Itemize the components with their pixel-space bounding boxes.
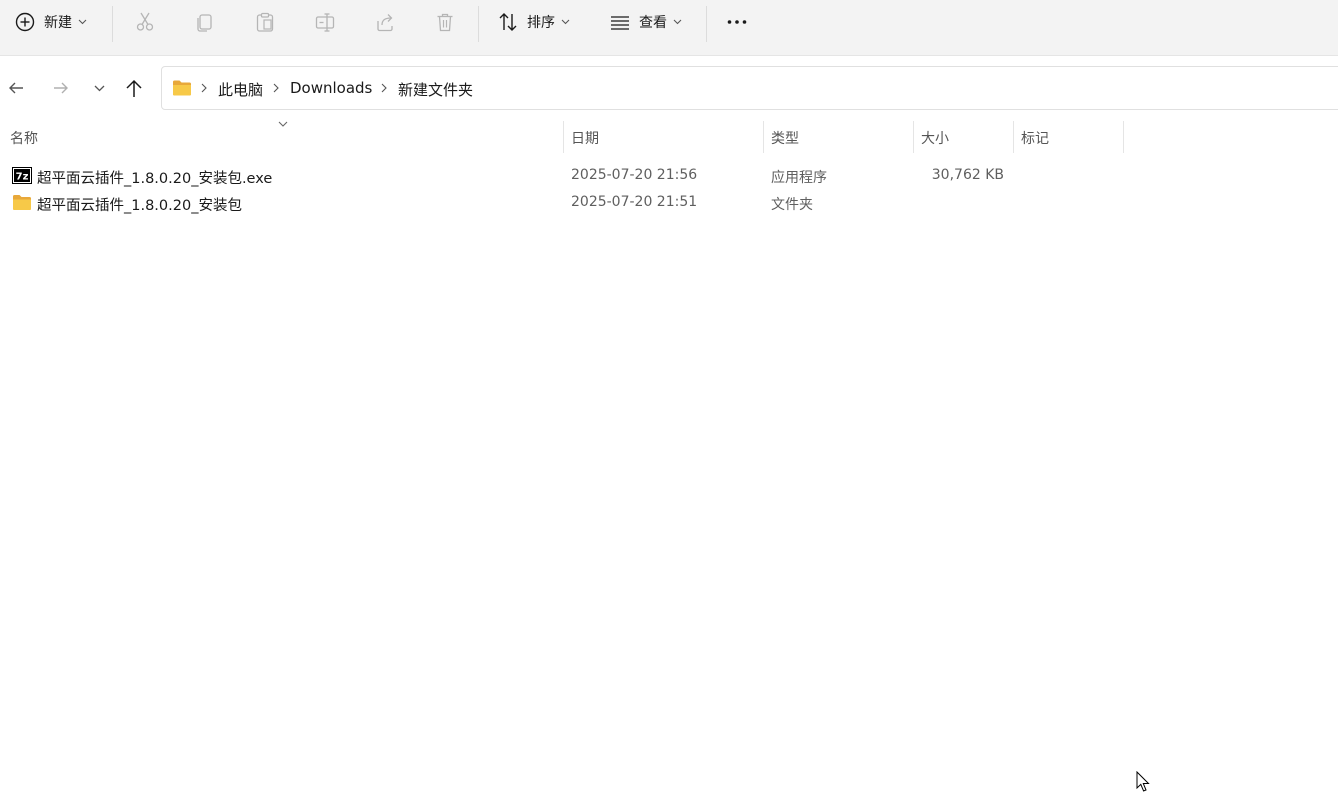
chevron-right-icon xyxy=(273,83,279,93)
file-type: 应用程序 xyxy=(771,170,827,186)
share-button[interactable] xyxy=(374,8,396,36)
file-name: 超平面云插件_1.8.0.20_安装包.exe xyxy=(37,171,273,187)
chevron-right-icon xyxy=(381,83,387,93)
toolbar-divider xyxy=(112,6,113,42)
toolbar-divider xyxy=(478,6,479,42)
breadcrumb-downloads[interactable]: Downloads xyxy=(290,79,372,97)
delete-button[interactable] xyxy=(434,8,456,36)
command-bar: 新建 排序 查看 xyxy=(0,0,1338,56)
sort-icon xyxy=(499,13,517,31)
column-divider[interactable] xyxy=(913,121,914,153)
folder-icon xyxy=(13,195,31,210)
file-size: 30,762 KB xyxy=(931,167,1004,183)
chevron-down-icon xyxy=(561,19,570,25)
column-divider[interactable] xyxy=(563,121,564,153)
column-header-type[interactable]: 类型 xyxy=(771,128,799,148)
column-header-tags[interactable]: 标记 xyxy=(1021,128,1049,148)
mouse-cursor-icon xyxy=(1136,771,1150,792)
column-divider[interactable] xyxy=(1123,121,1124,153)
column-header-date[interactable]: 日期 xyxy=(571,128,599,148)
plus-circle-icon xyxy=(15,12,35,32)
chevron-right-icon xyxy=(201,83,207,93)
breadcrumb-this-pc[interactable]: 此电脑 xyxy=(218,79,263,100)
new-button[interactable]: 新建 xyxy=(14,8,87,36)
column-divider[interactable] xyxy=(763,121,764,153)
paste-button[interactable] xyxy=(254,8,276,36)
file-type: 文件夹 xyxy=(771,197,813,213)
cut-button[interactable] xyxy=(134,8,156,36)
file-date: 2025-07-20 21:51 xyxy=(571,194,698,210)
chevron-down-icon xyxy=(78,19,87,25)
column-header-name[interactable]: 名称 xyxy=(10,128,38,148)
view-button[interactable]: 查看 xyxy=(609,8,682,36)
arrow-left-icon xyxy=(9,82,23,94)
forward-button[interactable] xyxy=(47,74,75,102)
file-row[interactable]: 超平面云插件_1.8.0.20_安装包 2025-07-20 21:51 文件夹 xyxy=(0,189,1338,216)
list-view-icon xyxy=(611,16,629,30)
column-divider[interactable] xyxy=(1013,121,1014,153)
file-date: 2025-07-20 21:56 xyxy=(571,167,698,183)
arrow-up-icon xyxy=(126,79,142,97)
rename-icon xyxy=(315,13,335,32)
arrow-right-icon xyxy=(54,82,68,94)
new-button-label: 新建 xyxy=(44,15,72,31)
trash-icon xyxy=(437,13,453,32)
scissors-icon xyxy=(136,12,154,31)
copy-button[interactable] xyxy=(194,8,216,36)
sort-button[interactable]: 排序 xyxy=(497,8,570,36)
back-button[interactable] xyxy=(2,74,30,102)
breadcrumb-new-folder[interactable]: 新建文件夹 xyxy=(398,79,473,100)
copy-icon xyxy=(197,14,212,32)
file-row[interactable]: 7z 超平面云插件_1.8.0.20_安装包.exe 2025-07-20 21… xyxy=(0,162,1338,189)
clipboard-icon xyxy=(256,12,274,32)
chevron-down-icon xyxy=(94,85,104,91)
address-bar[interactable]: 此电脑 Downloads 新建文件夹 xyxy=(161,66,1338,110)
up-button[interactable] xyxy=(120,74,148,102)
7zip-exe-icon: 7z xyxy=(12,167,32,184)
svg-text:7z: 7z xyxy=(16,172,29,183)
chevron-down-icon xyxy=(673,19,682,25)
sort-button-label: 排序 xyxy=(527,15,555,31)
toolbar-divider xyxy=(706,6,707,42)
file-name: 超平面云插件_1.8.0.20_安装包 xyxy=(37,198,242,214)
sort-chevron-icon xyxy=(278,121,288,127)
folder-icon xyxy=(173,80,191,96)
share-icon xyxy=(377,14,393,32)
column-header-size[interactable]: 大小 xyxy=(921,128,949,148)
more-options-button[interactable] xyxy=(726,8,748,36)
rename-button[interactable] xyxy=(314,8,336,36)
recent-locations-button[interactable] xyxy=(85,74,113,102)
more-icon xyxy=(727,20,747,24)
view-button-label: 查看 xyxy=(639,15,667,31)
